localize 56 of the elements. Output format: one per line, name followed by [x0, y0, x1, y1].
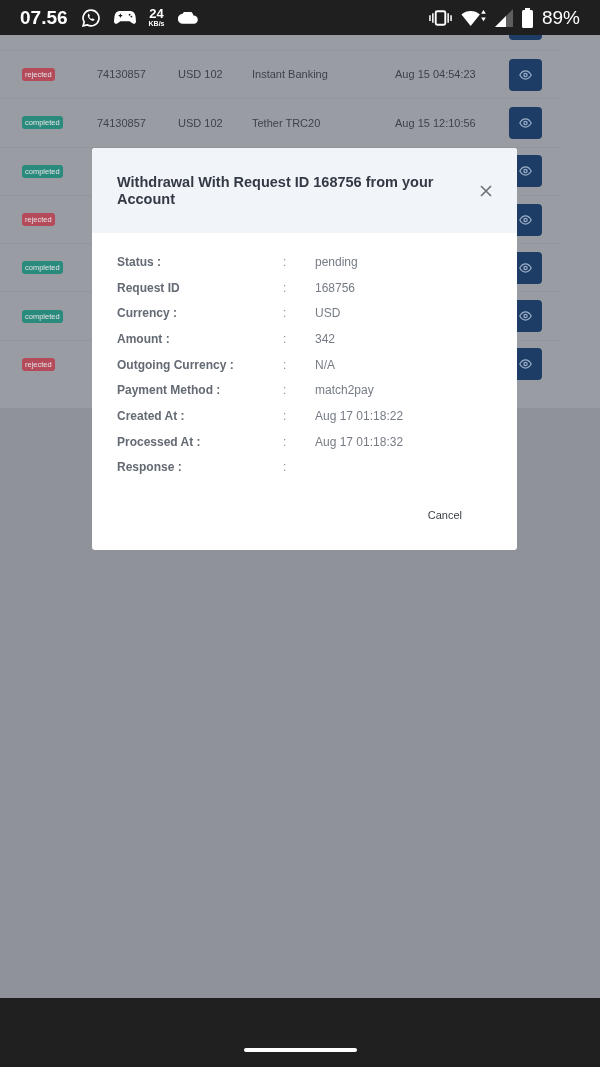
field-label: Request ID: [117, 279, 180, 297]
field-separator: :: [283, 407, 287, 425]
amount-text: USD 102: [178, 115, 223, 131]
signal-icon: [494, 8, 513, 27]
battery-icon: [521, 7, 533, 28]
field-label: Created At :: [117, 407, 185, 425]
eye-icon: [519, 262, 532, 273]
field-value: N/A: [315, 356, 335, 374]
date-text: Aug 15 12:10:56: [395, 115, 476, 131]
wifi-icon: [460, 8, 486, 27]
amount-text: USD 102: [178, 67, 223, 83]
clock-time: 07.56: [20, 8, 68, 27]
field-label: Payment Method :: [117, 382, 221, 400]
payment-method-text: Instant Banking: [252, 67, 328, 83]
field-separator: :: [283, 330, 287, 348]
field-value: Aug 17 01:18:32: [315, 433, 404, 451]
field-label: Currency :: [117, 305, 178, 323]
field-separator: :: [283, 253, 287, 271]
field-label: Processed At :: [117, 433, 201, 451]
eye-icon: [519, 359, 532, 370]
field-label: Status :: [117, 253, 161, 271]
eye-icon: [519, 69, 532, 80]
field-separator: :: [283, 356, 287, 374]
modal-title: Withdrawal With Request ID 168756 from your Account: [117, 174, 435, 208]
phone-bubble-icon: [80, 7, 101, 28]
field-value: USD: [315, 305, 341, 323]
gamepad-icon: [113, 10, 136, 25]
field-value: match2pay: [315, 382, 374, 400]
field-value: pending: [315, 253, 358, 271]
field-separator: :: [283, 433, 287, 451]
field-separator: :: [283, 279, 287, 297]
cancel-button[interactable]: Cancel: [415, 502, 474, 528]
field-label: Response :: [117, 459, 182, 477]
eye-icon: [519, 214, 532, 225]
eye-icon: [519, 166, 532, 177]
field-value: 342: [315, 330, 336, 348]
field-value: 168756: [315, 279, 356, 297]
withdrawal-id: 74130857: [97, 67, 146, 83]
field-value: Aug 17 01:18:22: [315, 407, 404, 425]
withdrawal-id: 74130857: [97, 115, 146, 131]
field-label: Outgoing Currency :: [117, 356, 234, 374]
eye-icon: [519, 311, 532, 322]
payment-method-text: Tether TRC20: [252, 115, 321, 131]
cloud-icon: [177, 11, 198, 24]
vibrate-icon: [428, 9, 452, 26]
date-text: Aug 15 04:54:23: [395, 67, 476, 83]
field-separator: :: [283, 382, 287, 400]
eye-icon: [519, 117, 532, 128]
close-icon: [480, 185, 492, 197]
gesture-handle[interactable]: [243, 1048, 357, 1052]
field-label: Amount :: [117, 330, 170, 348]
battery-percentage: 89%: [541, 8, 580, 27]
field-separator: :: [283, 305, 287, 323]
network-speed-value: 24: [149, 7, 164, 20]
close-button[interactable]: [480, 185, 492, 197]
field-separator: :: [283, 459, 287, 477]
